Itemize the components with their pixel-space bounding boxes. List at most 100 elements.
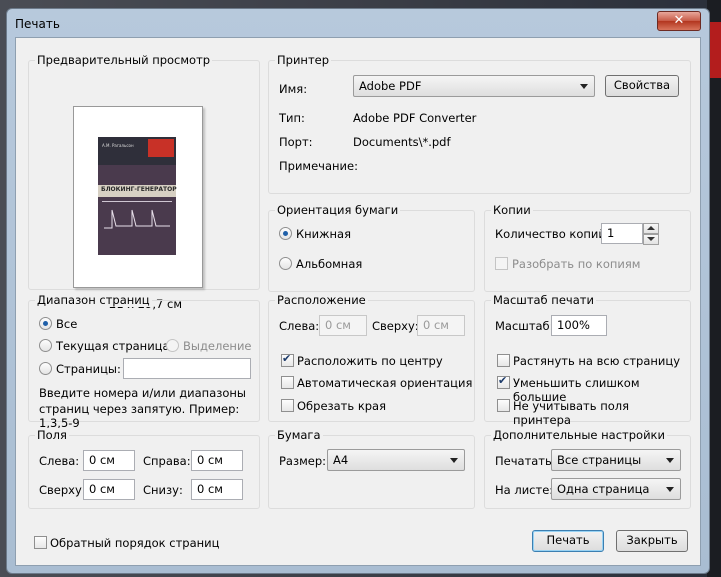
landscape-radio[interactable]: [279, 257, 292, 270]
printer-properties-button[interactable]: Свойства: [605, 75, 679, 97]
paper-size-dropdown[interactable]: A4: [327, 449, 465, 471]
chevron-down-icon: [580, 84, 588, 89]
close-button[interactable]: Закрыть: [616, 530, 688, 552]
margin-top-input[interactable]: 0 см: [83, 479, 135, 500]
margin-right-input[interactable]: 0 см: [191, 450, 243, 471]
range-all-radio[interactable]: [39, 317, 52, 330]
layout-top-label: Сверху:: [372, 319, 419, 333]
portrait-radio[interactable]: [279, 227, 292, 240]
scale-label: Масштаб печати: [491, 293, 596, 307]
paper-size-value: A4: [333, 453, 349, 467]
layout-left-input[interactable]: 0 см: [319, 315, 367, 336]
printer-port-value: Documents\*.pdf: [353, 135, 451, 149]
dialog-client-area: Предварительный просмотр А.М. Рагальсон …: [15, 37, 701, 566]
orientation-label: Ориентация бумаги: [275, 203, 401, 217]
margins-group: Поля Слева: 0 см Справа: 0 см Сверху: 0 …: [28, 428, 260, 509]
printer-name-value: Adobe PDF: [359, 79, 422, 93]
ignore-margins-checkbox[interactable]: [497, 399, 510, 412]
pages-per-sheet-label: На листе:: [495, 483, 554, 497]
page-range-label: Диапазон страниц: [35, 293, 152, 307]
orientation-group: Ориентация бумаги Книжная Альбомная: [268, 203, 475, 292]
printer-group: Принтер Имя: Adobe PDF Свойства Тип: Ado…: [268, 53, 691, 194]
margin-bottom-label: Снизу:: [143, 483, 183, 497]
book-waveform-illustration: [102, 201, 172, 229]
print-dialog: Печать ✕ Предварительный просмотр А.М. Р…: [6, 8, 710, 574]
copies-count-input[interactable]: 1: [601, 223, 643, 244]
paper-size-label: Размер:: [279, 454, 327, 468]
range-current-radio[interactable]: [39, 339, 52, 352]
printer-label: Принтер: [275, 53, 332, 67]
range-selection-radio[interactable]: [166, 339, 179, 352]
reverse-order-label: Обратный порядок страниц: [50, 536, 220, 550]
collate-checkbox[interactable]: [495, 257, 508, 270]
margin-bottom-input[interactable]: 0 см: [191, 479, 243, 500]
printer-name-label: Имя:: [279, 82, 308, 96]
print-pages-label: Печатать:: [495, 454, 556, 468]
collate-label: Разобрать по копиям: [512, 257, 641, 271]
printer-name-dropdown[interactable]: Adobe PDF: [353, 75, 595, 97]
close-window-button[interactable]: ✕: [657, 11, 701, 31]
stepper-up-icon[interactable]: [643, 223, 659, 234]
printer-comment-label: Примечание:: [279, 159, 358, 173]
copies-stepper[interactable]: [643, 223, 659, 245]
copies-count-label: Количество копий:: [495, 227, 610, 241]
crop-label: Обрезать края: [297, 399, 387, 413]
chevron-down-icon: [450, 458, 458, 463]
layout-top-input[interactable]: 0 см: [417, 315, 465, 336]
range-pages-input[interactable]: [123, 358, 251, 379]
paper-label: Бумага: [275, 428, 323, 442]
layout-label: Расположение: [275, 293, 368, 307]
preview-page: А.М. Рагальсон БЛОКИНГ-ГЕНЕРАТОР: [73, 106, 203, 288]
print-pages-value: Все страницы: [557, 453, 642, 467]
ignore-margins-label: Не учитывать поля принтера: [513, 399, 630, 427]
title-bar[interactable]: Печать ✕: [7, 9, 709, 37]
print-pages-dropdown[interactable]: Все страницы: [551, 449, 681, 471]
printer-type-label: Тип:: [279, 111, 305, 125]
center-label: Расположить по центру: [297, 354, 443, 368]
landscape-label: Альбомная: [296, 257, 363, 271]
stretch-checkbox[interactable]: [497, 354, 510, 367]
margin-top-label: Сверху:: [39, 483, 86, 497]
stepper-down-icon[interactable]: [643, 234, 659, 245]
range-pages-label: Страницы:: [56, 362, 121, 376]
scale-value-label: Масштаб:: [495, 319, 554, 333]
scale-input[interactable]: 100%: [551, 315, 607, 336]
preview-group: Предварительный просмотр А.М. Рагальсон …: [28, 53, 260, 311]
reverse-order-checkbox[interactable]: [34, 536, 47, 549]
chevron-down-icon: [666, 458, 674, 463]
book-author: А.М. Рагальсон: [102, 143, 134, 148]
book-title: БЛОКИНГ-ГЕНЕРАТОР: [101, 186, 177, 193]
printer-port-label: Порт:: [279, 135, 313, 149]
margin-right-label: Справа:: [143, 454, 191, 468]
crop-checkbox[interactable]: [281, 399, 294, 412]
preview-book-cover-image: А.М. Рагальсон БЛОКИНГ-ГЕНЕРАТОР: [98, 137, 177, 255]
margin-left-label: Слева:: [39, 454, 80, 468]
range-pages-radio[interactable]: [39, 362, 52, 375]
range-all-label: Все: [56, 317, 78, 331]
copies-label: Копии: [491, 203, 533, 217]
scale-group: Масштаб печати Масштаб: 100% Растянуть н…: [484, 293, 691, 427]
layout-group: Расположение Слева: 0 см Сверху: 0 см Ра…: [268, 293, 475, 422]
paper-group: Бумага Размер: A4: [268, 428, 475, 509]
printer-type-value: Adobe PDF Converter: [353, 111, 477, 125]
chevron-down-icon: [666, 487, 674, 492]
auto-orient-checkbox[interactable]: [281, 376, 294, 389]
center-checkbox[interactable]: [281, 352, 294, 367]
range-hint-line1: Введите номера и/или диапазоны: [39, 386, 246, 400]
preview-label: Предварительный просмотр: [35, 53, 213, 67]
print-button[interactable]: Печать: [532, 530, 604, 552]
auto-orient-label: Автоматическая ориентация: [297, 376, 473, 390]
margins-label: Поля: [35, 428, 69, 442]
stretch-label: Растянуть на всю страницу: [513, 354, 681, 368]
layout-left-label: Слева:: [279, 319, 320, 333]
pages-per-sheet-dropdown[interactable]: Одна страница: [551, 478, 681, 500]
range-hint-line2: страниц через запятую. Пример: 1,3,5-9: [39, 402, 240, 430]
advanced-group: Дополнительные настройки Печатать: Все с…: [484, 428, 691, 509]
portrait-label: Книжная: [296, 227, 352, 241]
advanced-label: Дополнительные настройки: [491, 428, 667, 442]
close-icon: ✕: [673, 13, 685, 28]
shrink-checkbox[interactable]: [497, 374, 510, 389]
margin-left-input[interactable]: 0 см: [83, 450, 135, 471]
copies-group: Копии Количество копий: 1 Разобрать по к…: [484, 203, 691, 292]
range-current-label: Текущая страница: [56, 339, 170, 353]
